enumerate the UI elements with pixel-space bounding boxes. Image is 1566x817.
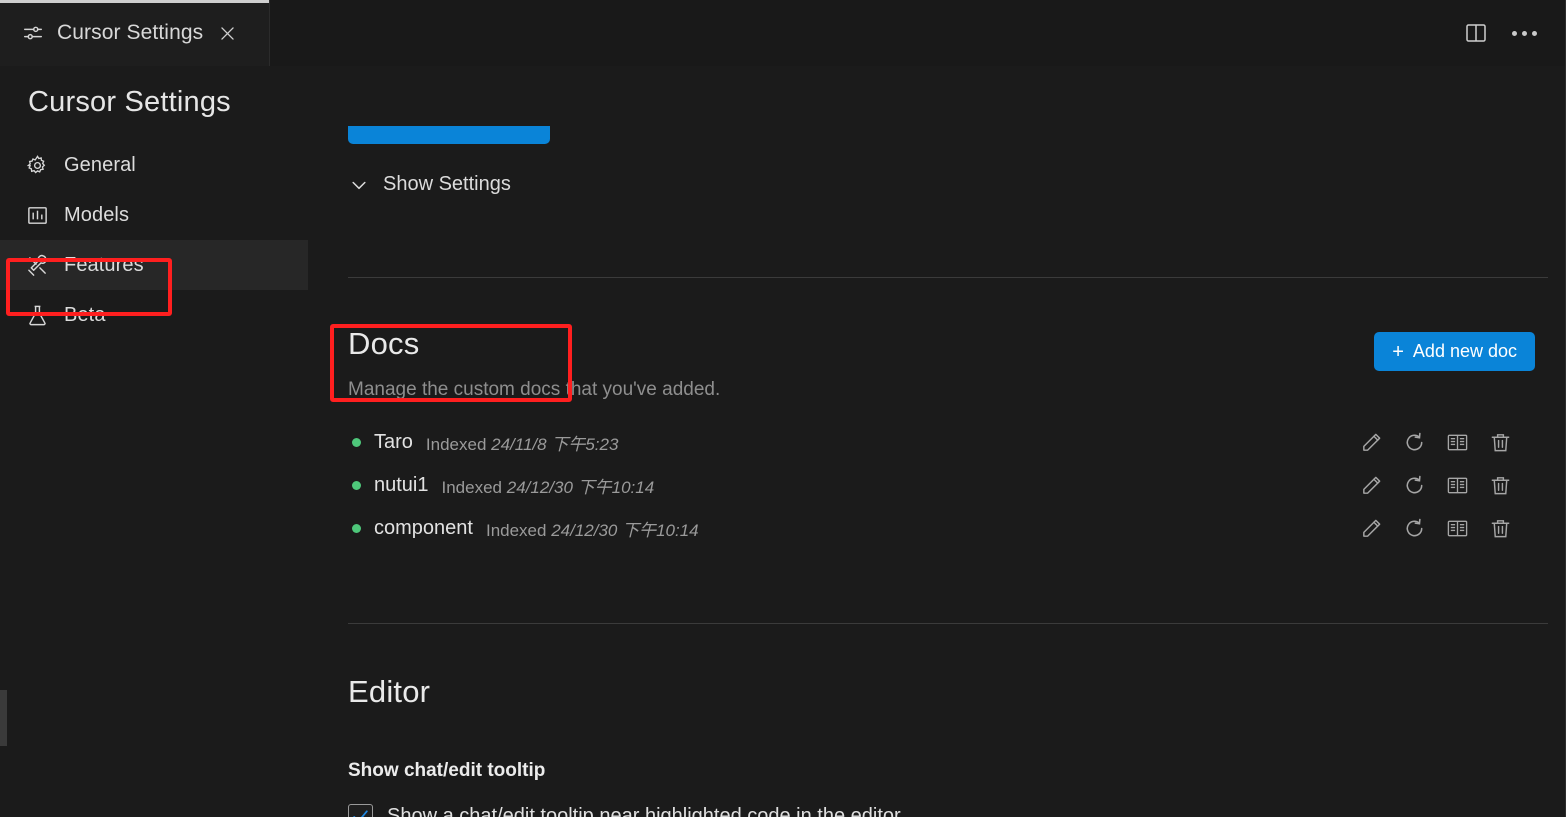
sidebar-item-label: Beta <box>64 303 106 326</box>
split-editor-icon[interactable] <box>1463 20 1489 46</box>
doc-row-actions <box>1359 430 1543 455</box>
tools-icon <box>24 252 50 278</box>
add-new-doc-label: Add new doc <box>1412 341 1517 361</box>
doc-list-item[interactable]: nutui1 Indexed 24/12/30 下午10:14 <box>348 464 1543 507</box>
bar-chart-icon <box>24 202 50 228</box>
docs-list: Taro Indexed 24/11/8 下午5:23 nutui1 Index… <box>348 421 1543 550</box>
doc-list-item[interactable]: Taro Indexed 24/11/8 下午5:23 <box>348 421 1543 464</box>
settings-content-pane: Show Settings Docs Manage the custom doc… <box>330 66 1557 817</box>
doc-name: Taro <box>374 431 413 453</box>
doc-list-item[interactable]: component Indexed 24/12/30 下午10:14 <box>348 507 1543 550</box>
cursor-settings-window: Cursor Settings Cursor Settings General … <box>0 0 1566 817</box>
trash-icon[interactable] <box>1488 473 1513 498</box>
show-tooltip-checkbox-label: Show a chat/edit tooltip near highlighte… <box>387 805 901 817</box>
close-icon[interactable] <box>215 21 239 45</box>
editor-section: Editor Show chat/edit tooltip Show a cha… <box>348 676 1543 817</box>
refresh-icon[interactable] <box>1402 473 1427 498</box>
editor-actions <box>1463 0 1565 66</box>
docs-title: Docs <box>348 326 420 361</box>
tab-label: Cursor Settings <box>57 21 204 44</box>
show-chat-edit-tooltip-label: Show chat/edit tooltip <box>348 760 546 781</box>
book-open-icon[interactable] <box>1445 473 1470 498</box>
pencil-edit-icon[interactable] <box>1359 516 1384 541</box>
refresh-icon[interactable] <box>1402 516 1427 541</box>
doc-row-actions <box>1359 516 1543 541</box>
doc-indexed-status: Indexed 24/11/8 下午5:23 <box>425 435 619 454</box>
show-tooltip-checkbox[interactable] <box>348 804 373 817</box>
doc-indexed-status: Indexed 24/12/30 下午10:14 <box>441 478 655 497</box>
sidebar-item-label: General <box>64 153 136 176</box>
more-actions-icon[interactable] <box>1511 20 1537 46</box>
trash-icon[interactable] <box>1488 430 1513 455</box>
pencil-edit-icon[interactable] <box>1359 473 1384 498</box>
status-dot-icon <box>352 438 361 447</box>
sidebar-item-label: Models <box>64 203 130 226</box>
gear-icon <box>24 152 50 178</box>
flask-icon <box>24 302 50 328</box>
refresh-icon[interactable] <box>1402 430 1427 455</box>
doc-row-actions <box>1359 473 1543 498</box>
status-dot-icon <box>352 524 361 533</box>
show-settings-toggle[interactable]: Show Settings <box>348 173 511 196</box>
status-dot-icon <box>352 481 361 490</box>
doc-name: nutui1 <box>374 474 429 496</box>
section-divider <box>348 277 1548 278</box>
left-scrollbar[interactable] <box>0 690 7 746</box>
sidebar-item-general[interactable]: General <box>0 140 308 190</box>
doc-name: component <box>374 517 473 539</box>
sidebar-item-beta[interactable]: Beta <box>0 290 308 340</box>
page-title: Cursor Settings <box>28 86 231 118</box>
sidebar-item-features[interactable]: Features <box>0 240 308 290</box>
tab-cursor-settings[interactable]: Cursor Settings <box>0 0 270 66</box>
sidebar-item-models[interactable]: Models <box>0 190 308 240</box>
settings-sliders-icon <box>22 22 44 44</box>
add-new-doc-button[interactable]: + Add new doc <box>1374 332 1535 371</box>
docs-subtitle: Manage the custom docs that you've added… <box>348 379 721 400</box>
docs-header: Docs Manage the custom docs that you've … <box>348 328 1543 401</box>
settings-sidebar: General Models Features Beta <box>0 140 330 817</box>
book-open-icon[interactable] <box>1445 516 1470 541</box>
sidebar-item-label: Features <box>64 253 144 276</box>
trash-icon[interactable] <box>1488 516 1513 541</box>
editor-tab-bar: Cursor Settings <box>0 0 1565 66</box>
doc-indexed-status: Indexed 24/12/30 下午10:14 <box>485 521 699 540</box>
plus-icon: + <box>1392 340 1404 363</box>
chevron-down-icon <box>348 174 370 196</box>
section-divider <box>348 623 1548 624</box>
book-open-icon[interactable] <box>1445 430 1470 455</box>
partially-visible-blue-button[interactable] <box>348 126 550 144</box>
show-tooltip-checkbox-row[interactable]: Show a chat/edit tooltip near highlighte… <box>348 804 1543 817</box>
docs-section: Docs Manage the custom docs that you've … <box>348 328 1543 550</box>
pencil-edit-icon[interactable] <box>1359 430 1384 455</box>
show-settings-label: Show Settings <box>383 173 511 195</box>
editor-title: Editor <box>348 674 431 709</box>
